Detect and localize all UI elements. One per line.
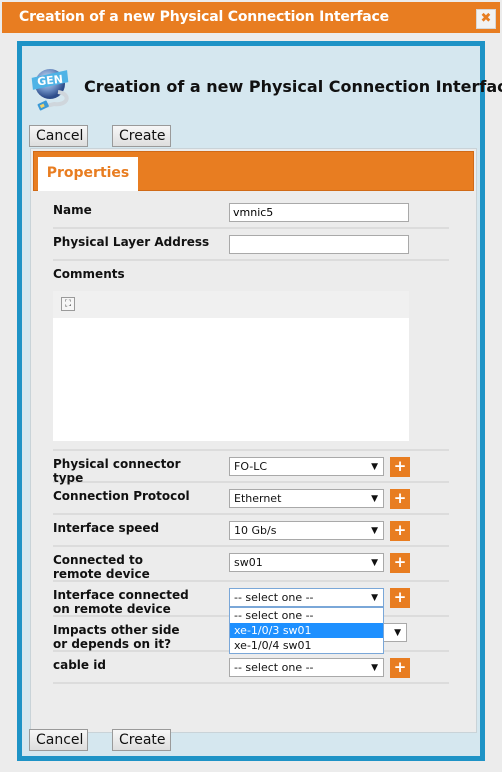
create-button-bottom[interactable]: Create (112, 729, 171, 751)
interface-connected-label: Interface connected on remote device (53, 588, 189, 616)
fullscreen-icon[interactable]: ⛶ (61, 297, 75, 311)
dialog-body: GEN Creation of a new Physical Connectio… (22, 46, 502, 756)
physical-layer-address-label: Physical Layer Address (53, 235, 210, 249)
cancel-button-bottom[interactable]: Cancel (29, 729, 88, 751)
select-value: Ethernet (234, 492, 282, 505)
create-button-top[interactable]: Create (112, 125, 171, 147)
physical-connector-type-select[interactable]: FO-LC ▼ (229, 457, 384, 476)
add-remote-interface-button[interactable]: + (390, 588, 410, 608)
connection-protocol-row: Connection Protocol Ethernet ▼ + (53, 483, 449, 515)
editor-toolbar: ⛶ (53, 291, 409, 318)
select-value: -- select one -- (234, 661, 314, 674)
cable-id-select[interactable]: -- select one -- ▼ (229, 658, 384, 677)
select-value: sw01 (234, 556, 263, 569)
add-connection-protocol-button[interactable]: + (390, 489, 410, 509)
connected-to-remote-device-label: Connected to remote device (53, 553, 150, 581)
physical-layer-address-row: Physical Layer Address (53, 229, 449, 261)
impacts-other-side-label: Impacts other side or depends on it? (53, 623, 180, 651)
name-label: Name (53, 203, 92, 217)
add-cable-id-button[interactable]: + (390, 658, 410, 678)
name-input[interactable] (229, 203, 409, 222)
cable-id-row: cable id -- select one -- ▼ + (53, 652, 449, 684)
connected-to-remote-device-select[interactable]: sw01 ▼ (229, 553, 384, 572)
add-remote-device-button[interactable]: + (390, 553, 410, 573)
interface-speed-label: Interface speed (53, 521, 160, 535)
svg-text:GEN: GEN (37, 73, 64, 89)
properties-panel: Properties Name Physical Layer Address C… (30, 148, 477, 733)
connected-to-remote-device-row: Connected to remote device sw01 ▼ + (53, 547, 449, 582)
add-interface-speed-button[interactable]: + (390, 521, 410, 541)
dropdown-arrow-icon: ▼ (371, 593, 378, 603)
dropdown-arrow-icon: ▼ (371, 558, 378, 568)
window-titlebar: Creation of a new Physical Connection In… (2, 2, 500, 33)
dropdown-arrow-icon: ▼ (371, 462, 378, 472)
select-value: FO-LC (234, 460, 268, 473)
dropdown-option[interactable]: xe-1/0/4 sw01 (230, 638, 383, 653)
dropdown-option[interactable]: -- select one -- (230, 608, 383, 623)
comments-editor[interactable]: ⛶ (53, 291, 409, 441)
name-row: Name (53, 197, 449, 229)
interface-connected-dropdown-list: -- select one -- xe-1/0/3 sw01 xe-1/0/4 … (229, 607, 384, 654)
interface-speed-select[interactable]: 10 Gb/s ▼ (229, 521, 384, 540)
comments-row: Comments ⛶ (53, 261, 449, 451)
close-icon[interactable]: ✖ (476, 9, 496, 29)
select-value: 10 Gb/s (234, 524, 277, 537)
dropdown-option-highlighted[interactable]: xe-1/0/3 sw01 (230, 623, 383, 638)
add-connector-type-button[interactable]: + (390, 457, 410, 477)
connection-protocol-label: Connection Protocol (53, 489, 190, 503)
dialog-frame: GEN Creation of a new Physical Connectio… (17, 41, 502, 761)
cable-id-label: cable id (53, 658, 106, 672)
window-title: Creation of a new Physical Connection In… (19, 9, 389, 25)
page-title: Creation of a new Physical Connection In… (84, 77, 502, 96)
gen-network-cable-icon: GEN (31, 69, 69, 111)
physical-connector-type-label: Physical connector type (53, 457, 181, 485)
dropdown-arrow-icon: ▼ (371, 494, 378, 504)
select-value: -- select one -- (234, 591, 314, 604)
tab-properties[interactable]: Properties (38, 157, 138, 191)
interface-speed-row: Interface speed 10 Gb/s ▼ + (53, 515, 449, 547)
tab-bar: Properties (33, 151, 474, 191)
cancel-button-top[interactable]: Cancel (29, 125, 88, 147)
dropdown-arrow-icon: ▼ (394, 628, 401, 638)
physical-layer-address-input[interactable] (229, 235, 409, 254)
comments-label: Comments (53, 267, 125, 281)
interface-connected-row: Interface connected on remote device -- … (53, 582, 449, 654)
physical-connector-type-row: Physical connector type FO-LC ▼ + (53, 451, 449, 485)
connection-protocol-select[interactable]: Ethernet ▼ (229, 489, 384, 508)
properties-form: Name Physical Layer Address Comments ⛶ (53, 197, 449, 684)
interface-connected-select[interactable]: -- select one -- ▼ (229, 588, 384, 607)
dropdown-arrow-icon: ▼ (371, 663, 378, 673)
dropdown-arrow-icon: ▼ (371, 526, 378, 536)
